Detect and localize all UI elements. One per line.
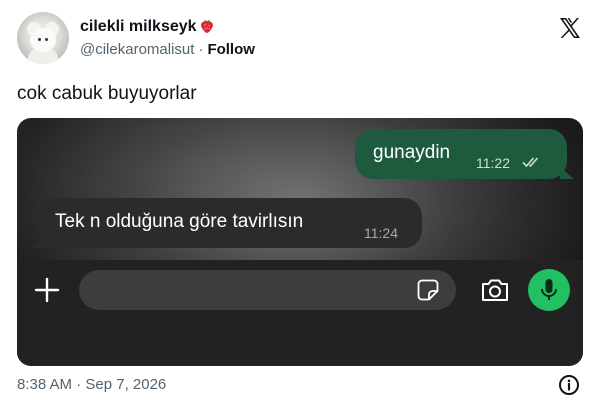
incoming-message-time: 11:24 [364,225,398,241]
outgoing-message-text: gunaydin [373,142,451,163]
info-icon[interactable] [558,374,580,396]
camera-icon[interactable] [480,277,510,303]
incoming-message-bubble: Tek n olduğuna göre tavirlısın 11:24 [32,198,422,248]
outgoing-message-bubble: gunaydin 11:22 [355,129,574,179]
author-handle-line: @cilekaromalisut · Follow [80,41,255,58]
follow-button[interactable]: Follow [207,41,255,58]
author-display-name[interactable]: cilekli milkseyk [80,18,197,35]
avatar[interactable] [17,12,69,64]
strawberry-icon [200,17,214,38]
double-check-icon [522,155,544,169]
message-composer-bar [17,260,583,366]
microphone-icon [541,279,557,300]
tweet-media-screenshot[interactable]: gunaydin 11:22 Tek n olduğuna göre tavir… [17,118,583,366]
sticker-icon[interactable] [417,279,439,301]
tweet-timestamp[interactable]: 8:38 AM · Sep 7, 2026 [17,376,166,393]
microphone-button[interactable] [528,269,570,311]
incoming-message-text: Tek n olduğuna göre tavirlısın [55,211,304,232]
avatar-eye-right [45,38,48,41]
outgoing-message-time: 11:22 [476,155,510,171]
author-name-row[interactable]: cilekli milkseyk [80,17,214,38]
x-logo-icon[interactable] [558,16,582,40]
avatar-face [30,28,56,52]
separator-dot: · [198,41,204,58]
avatar-eye-left [38,38,41,41]
message-input[interactable] [79,270,456,310]
tweet-text: cok cabuk buyuyorlar [17,83,197,104]
author-handle[interactable]: @cilekaromalisut [80,41,194,58]
plus-icon[interactable] [33,276,61,304]
